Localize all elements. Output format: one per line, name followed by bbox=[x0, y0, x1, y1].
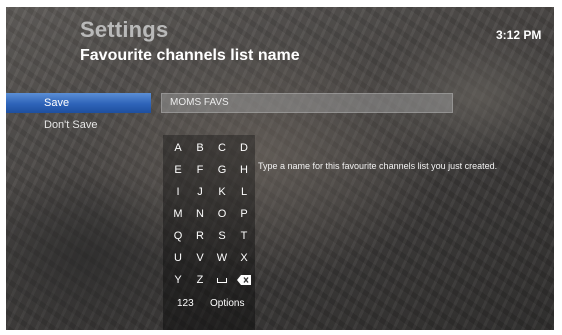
list-name-input[interactable]: MOMS FAVS bbox=[161, 93, 453, 113]
key-p[interactable]: P bbox=[233, 203, 255, 225]
backspace-icon bbox=[237, 275, 251, 285]
key-q[interactable]: Q bbox=[167, 225, 189, 247]
key-e[interactable]: E bbox=[167, 159, 189, 181]
key-u[interactable]: U bbox=[167, 247, 189, 269]
help-text: Type a name for this favourite channels … bbox=[258, 161, 498, 171]
frame-border bbox=[0, 330, 562, 335]
backspace-key[interactable] bbox=[233, 269, 255, 291]
key-f[interactable]: F bbox=[189, 159, 211, 181]
key-r[interactable]: R bbox=[189, 225, 211, 247]
page-title: Settings bbox=[80, 17, 169, 42]
dont-save-label: Don't Save bbox=[44, 119, 98, 131]
options-key[interactable]: Options bbox=[210, 293, 244, 315]
key-i[interactable]: I bbox=[167, 181, 189, 203]
key-z[interactable]: Z bbox=[189, 269, 211, 291]
key-m[interactable]: M bbox=[167, 203, 189, 225]
screen: Settings Favourite channels list name 3:… bbox=[6, 7, 554, 330]
key-y[interactable]: Y bbox=[167, 269, 189, 291]
numbers-key[interactable]: 123 bbox=[177, 293, 194, 315]
key-x[interactable]: X bbox=[233, 247, 255, 269]
dont-save-menu-item[interactable]: Don't Save bbox=[6, 115, 151, 135]
key-s[interactable]: S bbox=[211, 225, 233, 247]
key-n[interactable]: N bbox=[189, 203, 211, 225]
key-l[interactable]: L bbox=[233, 181, 255, 203]
page-subtitle: Favourite channels list name bbox=[80, 47, 300, 64]
list-name-value: MOMS FAVS bbox=[170, 97, 229, 108]
key-h[interactable]: H bbox=[233, 159, 255, 181]
key-c[interactable]: C bbox=[211, 137, 233, 159]
key-a[interactable]: A bbox=[167, 137, 189, 159]
clock: 3:12 PM bbox=[496, 28, 542, 42]
on-screen-keyboard: A B C D E F G H I J K L M N O P Q R S T … bbox=[163, 135, 255, 330]
space-icon bbox=[217, 278, 227, 283]
key-b[interactable]: B bbox=[189, 137, 211, 159]
key-j[interactable]: J bbox=[189, 181, 211, 203]
key-k[interactable]: K bbox=[211, 181, 233, 203]
space-key[interactable] bbox=[211, 269, 233, 291]
save-label: Save bbox=[44, 97, 70, 109]
key-d[interactable]: D bbox=[233, 137, 255, 159]
key-t[interactable]: T bbox=[233, 225, 255, 247]
key-g[interactable]: G bbox=[211, 159, 233, 181]
key-o[interactable]: O bbox=[211, 203, 233, 225]
save-menu-item[interactable]: Save bbox=[6, 93, 151, 113]
key-w[interactable]: W bbox=[211, 247, 233, 269]
key-v[interactable]: V bbox=[189, 247, 211, 269]
